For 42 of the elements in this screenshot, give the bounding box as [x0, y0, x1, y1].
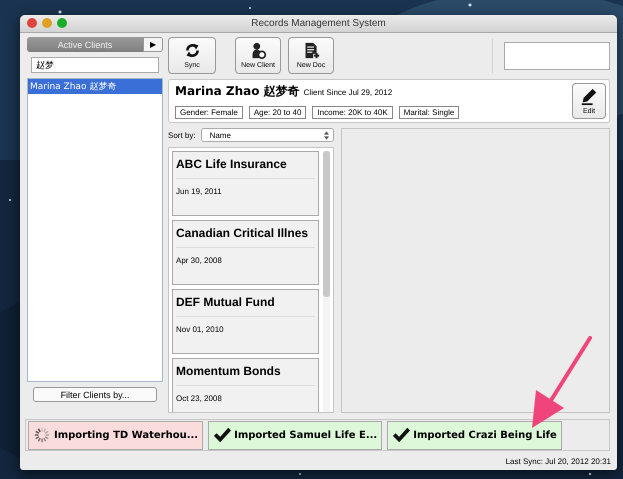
document-date: Nov 01, 2010 — [176, 324, 225, 334]
filter-button[interactable]: Filter Clients by... — [33, 387, 157, 402]
info-tag: Gender: Female — [175, 106, 243, 119]
sync-icon — [184, 42, 200, 59]
zoom-button[interactable] — [57, 18, 67, 28]
search-field[interactable]: 赵梦 — [31, 57, 159, 73]
document-date: Jun 19, 2011 — [176, 186, 223, 196]
document-card[interactable]: DEF Mutual Fund Nov 01, 2010 — [172, 289, 320, 354]
stepper-icon — [324, 130, 329, 140]
minimize-button[interactable] — [42, 18, 52, 28]
document-title: Momentum Bonds — [176, 359, 316, 386]
close-button[interactable] — [27, 18, 37, 28]
document-add-icon — [302, 42, 320, 59]
search-field[interactable] — [504, 42, 610, 70]
spinner-icon — [33, 426, 51, 444]
document-title: Canadian Critical Illnes — [176, 221, 316, 248]
import-label: Imported Samuel Life E... — [234, 430, 378, 440]
document-date: Apr 30, 2008 — [176, 255, 223, 265]
document-card[interactable]: ABC Life Insurance Jun 19, 2011 — [172, 151, 320, 216]
check-icon — [213, 426, 232, 444]
last-sync: Last Sync: Jul 20, 2012 20:31 — [506, 457, 611, 466]
document-title: ABC Life Insurance — [176, 152, 316, 179]
scrollbar[interactable] — [323, 151, 330, 412]
import-label: Imported Crazi Being Life — [413, 430, 557, 440]
document-title: DEF Mutual Fund — [176, 290, 316, 317]
import-label: Importing TD Waterhou... — [54, 430, 198, 440]
window-title: Records Management System — [251, 18, 386, 29]
info-tag: Income: 20K to 40K — [312, 106, 393, 119]
client-name: Marina Zhao 赵梦奇 — [175, 83, 300, 100]
check-icon — [392, 426, 410, 444]
document-card[interactable]: Canadian Critical Illnes Apr 30, 2008 — [172, 220, 320, 285]
document-date: Oct 23, 2008 — [176, 393, 223, 403]
sort-label: Sort by: — [168, 130, 196, 140]
client-since: Client Since Jul 29, 2012 — [304, 88, 392, 97]
client-item[interactable]: Marina Zhao 赵梦奇 — [28, 79, 162, 94]
pencil-icon — [580, 88, 598, 106]
expand-button[interactable]: ▶ — [143, 37, 163, 52]
person-add-icon — [250, 42, 266, 59]
info-tag: Age: 20 to 40 — [248, 106, 306, 119]
info-tag: Marital: Single — [398, 106, 460, 119]
sort-dropdown[interactable]: Name — [200, 128, 334, 142]
document-card[interactable]: Momentum Bonds Oct 23, 2008 — [172, 358, 320, 412]
